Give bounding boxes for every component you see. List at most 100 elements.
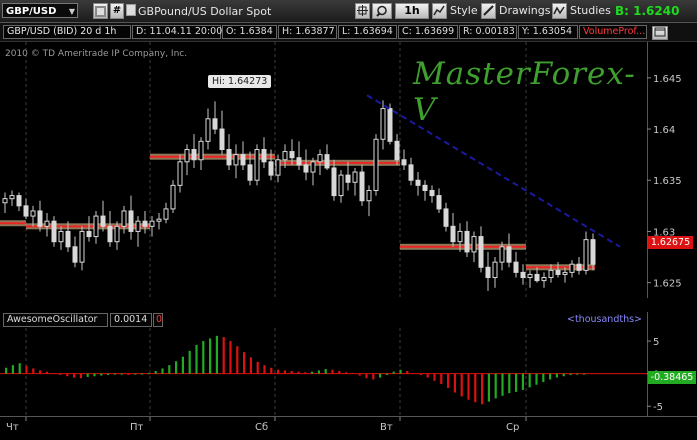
oscillator-tick-label: 5: [653, 337, 659, 348]
oscillator-bar: [32, 368, 35, 374]
time-tick-label: Вт: [380, 422, 393, 433]
oscillator-bar: [535, 373, 538, 385]
date-field: D: 11.04.11 20:00: [132, 25, 222, 39]
oscillator-bar: [351, 372, 354, 374]
candlestick-series: [2, 100, 596, 291]
oscillator-bar: [113, 373, 116, 375]
candle-body: [72, 246, 78, 263]
time-tick-label: Ср: [506, 422, 519, 433]
candle-body: [268, 161, 274, 176]
oscillator-bar: [45, 371, 48, 374]
oscillator-svg: [0, 328, 647, 416]
candle-body: [352, 171, 358, 183]
studies-button[interactable]: [552, 3, 567, 19]
candle-body: [93, 215, 99, 238]
time-axis: Чт Пт Сб Вт Ср: [0, 416, 697, 438]
candle-body: [534, 273, 540, 282]
candle-body: [499, 246, 505, 263]
oscillator-bar: [154, 371, 157, 374]
style-icon: [433, 5, 445, 16]
symbol-input[interactable]: GBP/USD ▼: [2, 3, 78, 18]
oscillator-chart[interactable]: [0, 328, 647, 416]
candle-body: [513, 261, 519, 273]
style-label[interactable]: Style: [450, 4, 478, 18]
oscillator-bar: [147, 372, 150, 374]
candle-body: [478, 236, 484, 268]
volume-profile-field: VolumeProf...: [579, 25, 647, 39]
oscillator-bar: [79, 373, 82, 379]
candle-body: [450, 225, 456, 243]
candle-body: [562, 271, 568, 275]
candle-body: [429, 189, 435, 197]
candle-body: [100, 215, 106, 227]
candle-body: [373, 138, 379, 191]
oscillator-bar: [515, 373, 518, 392]
oscillator-bar: [433, 373, 436, 381]
oscillator-zero: 0: [153, 313, 163, 327]
studies-label[interactable]: Studies: [570, 4, 611, 18]
y-field: Y: 1.63054: [518, 25, 578, 39]
chevron-down-icon[interactable]: ▼: [69, 4, 75, 19]
lock-button[interactable]: #: [110, 3, 124, 19]
candle-body: [58, 230, 64, 243]
description-text: GBPound/US Dollar Spot: [138, 5, 272, 18]
current-price-tag: 1.62675: [648, 236, 693, 249]
oscillator-bar: [467, 373, 470, 400]
oscillator-bar: [181, 356, 184, 374]
watermark: MasterForex-V: [413, 56, 636, 128]
oscillator-bar: [440, 373, 443, 385]
candle-body: [44, 220, 50, 227]
candle-body: [471, 236, 477, 253]
oscillator-bar: [542, 373, 545, 383]
oscillator-bar: [576, 373, 579, 375]
candle-body: [331, 167, 337, 197]
candle-body: [30, 210, 36, 217]
drawings-label[interactable]: Drawings: [499, 4, 550, 18]
candle-body: [310, 161, 316, 173]
candle-body: [436, 195, 442, 210]
wrench-icon: [376, 5, 387, 17]
interval-button[interactable]: 1h: [395, 3, 429, 19]
link-icon[interactable]: [93, 3, 108, 19]
candle-body: [79, 230, 85, 263]
oscillator-bar: [73, 373, 76, 378]
oscillator-bar: [249, 357, 252, 374]
oscillator-title[interactable]: AwesomeOscillator: [3, 313, 108, 327]
candle-body: [247, 164, 253, 181]
oscillator-bar: [107, 373, 110, 375]
interval-value: 1h: [404, 4, 420, 17]
window-button[interactable]: [652, 26, 668, 40]
oscillator-bar: [474, 373, 477, 403]
oscillator-bar: [311, 371, 314, 374]
chart-name: GBP/USD (BID) 20 d 1h: [3, 25, 131, 39]
hi-label: Hi: 1.64273: [208, 75, 272, 88]
candle-body: [170, 184, 176, 210]
oscillator-bar: [243, 352, 246, 374]
oscillator-bar: [236, 346, 239, 374]
oscillator-bar: [277, 369, 280, 374]
candle-body: [65, 230, 71, 248]
oscillator-bar: [59, 373, 62, 375]
candle-body: [233, 154, 239, 166]
drawings-button[interactable]: [481, 3, 496, 19]
price-chart[interactable]: 2010 © TD Ameritrade IP Company, Inc. Ma…: [0, 42, 647, 298]
style-button[interactable]: [432, 3, 447, 19]
time-tick-label: Сб: [255, 422, 268, 433]
candle-body: [128, 210, 134, 232]
candle-body: [16, 195, 22, 207]
crosshair-button[interactable]: [355, 3, 370, 19]
candle-body: [345, 174, 351, 183]
oscillator-bar: [426, 373, 429, 378]
settings-button[interactable]: [372, 3, 392, 19]
candle-body: [555, 269, 561, 275]
page-icon: [126, 4, 136, 16]
oscillator-axis-svg: 50-5: [647, 312, 663, 416]
candle-body: [142, 220, 148, 227]
oscillator-bar: [188, 350, 191, 374]
price-tick-label: 1.625: [653, 279, 682, 290]
oscillator-bar: [317, 370, 320, 374]
candle-body: [198, 140, 204, 161]
price-axis: 1.645 1.64 1.635 1.63 1.625 1.62675: [647, 42, 697, 298]
candle-body: [275, 159, 281, 176]
candle-body: [359, 171, 365, 202]
